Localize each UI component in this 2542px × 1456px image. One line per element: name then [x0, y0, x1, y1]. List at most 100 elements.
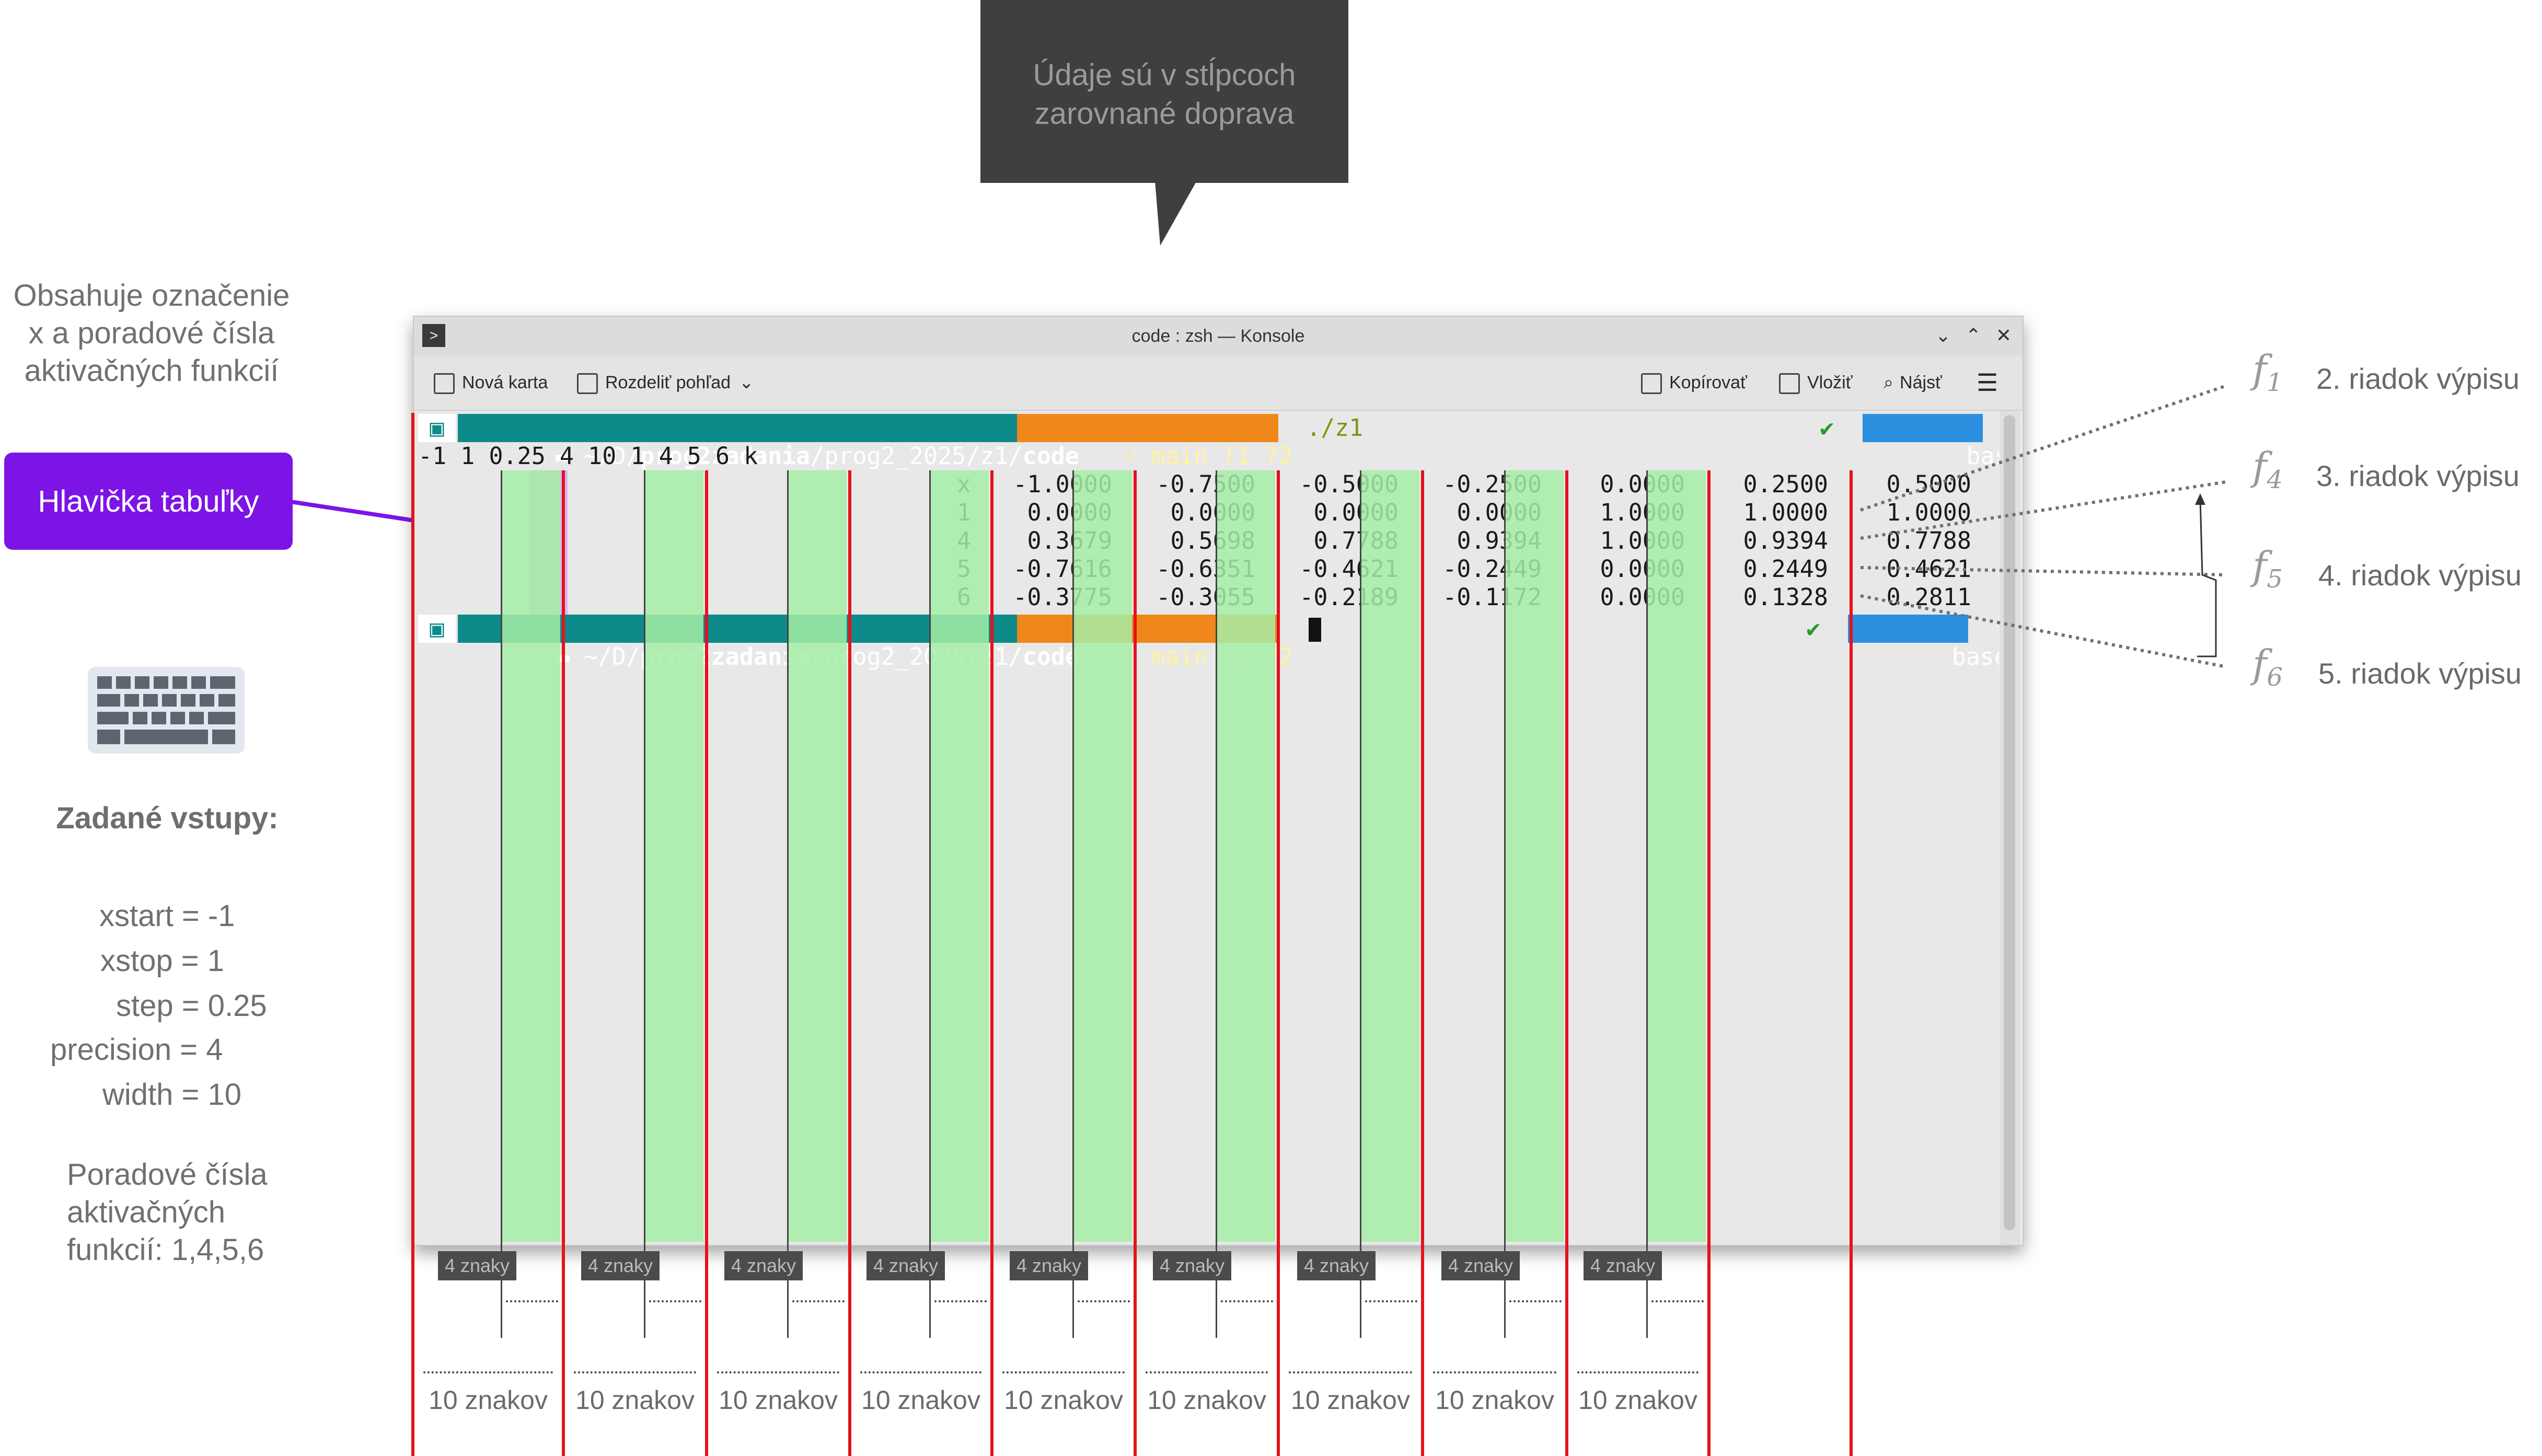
row-label: 2. riadok výpisu: [2316, 362, 2520, 395]
note-order: Poradové čísla aktivačných funkcií: 1,4,…: [67, 1156, 268, 1269]
digits-label: 4 znaky: [1584, 1251, 1662, 1280]
digits-arrow: [1365, 1300, 1417, 1302]
table-cell: -0.2449: [1442, 555, 1542, 583]
table-cell: 0.0000: [1600, 555, 1685, 583]
f-symbol: f6: [2252, 642, 2283, 692]
row-label: 4. riadok výpisu: [2318, 559, 2522, 592]
table-cell: 0.9394: [1457, 527, 1542, 554]
row-connectors: [1860, 384, 2227, 668]
table-cell: -0.7616: [1013, 555, 1112, 583]
width-label: 10 znakov: [575, 1385, 695, 1415]
prompt-path: ▬ ~/D/prog2zadania/prog2_2025/z1/code: [458, 615, 1079, 671]
digits-label: 4 znaky: [866, 1251, 945, 1280]
new-tab-label: Nová karta: [462, 373, 548, 392]
git-branch-icon: ⑂: [1123, 643, 1151, 671]
git-status: main !1 ?2: [1151, 643, 1293, 671]
table-cell: -0.3055: [1156, 583, 1255, 611]
digits-label: 4 znaky: [581, 1251, 660, 1280]
table-cell: 0.7788: [1313, 527, 1399, 554]
row-label: 3. riadok výpisu: [2316, 459, 2520, 492]
bubble-line-1: Údaje sú v stĺpcoch: [1033, 58, 1296, 92]
paste-icon: [1779, 373, 1800, 395]
row-label: 1: [956, 499, 971, 526]
table-cell: -0.7500: [1156, 470, 1255, 498]
input-xstop: xstop = 1: [100, 944, 224, 978]
konsole-window: > code : zsh — Konsole ⌄ ⌃ ✕ Nová karta …: [413, 316, 2024, 1246]
path-mid: /prog2_2025/z1/: [810, 643, 1023, 671]
width-label: 10 znakov: [1147, 1385, 1266, 1415]
digits-label: 4 znaky: [724, 1251, 803, 1280]
table-cell: 0.9394: [1743, 527, 1828, 554]
path-bold: prog2zadania: [640, 643, 811, 671]
split-view-label: Rozdeliť pohľad: [605, 373, 731, 392]
keyboard-icon: [88, 667, 245, 754]
prompt-path: ▬ ~/D/prog2zadania/prog2_2025/z1/code: [458, 414, 1079, 470]
copy-button[interactable]: Kopírovať: [1641, 355, 1747, 410]
input-xstart: xstart = -1: [99, 899, 235, 933]
note-column-labels: Obsahuje označenie x a poradové čísla ak…: [0, 277, 303, 390]
width-label: 10 znakov: [719, 1385, 838, 1415]
paste-label: Vložiť: [1807, 373, 1853, 392]
table-cell: -0.4621: [1299, 555, 1399, 583]
row-label: x: [956, 470, 971, 498]
paste-button[interactable]: Vložiť: [1779, 355, 1852, 410]
label-column-highlight: [530, 470, 568, 615]
path-mid: /prog2_2025/z1/: [810, 442, 1023, 470]
table-cell: -0.3775: [1013, 583, 1112, 611]
width-arrow: [1146, 1371, 1268, 1373]
table-cell: 1.0000: [1600, 499, 1685, 526]
digits-arrow: [792, 1300, 845, 1302]
prompt-git: ⑂ main !1 ?2: [1017, 615, 1293, 671]
maximize-button[interactable]: ⌃: [1961, 323, 1986, 348]
digits-arrow: [649, 1300, 701, 1302]
checkmark-icon: ✔: [1820, 414, 1834, 442]
chevron-down-icon: ⌄: [739, 373, 754, 392]
inputs-title: Zadané vstupy:: [56, 801, 279, 835]
table-cell: -0.1172: [1442, 583, 1542, 611]
folder-icon: ▬: [555, 643, 584, 671]
table-cell: 0.0000: [1170, 499, 1255, 526]
width-arrow: [1577, 1371, 1698, 1373]
width-arrow: [1002, 1371, 1125, 1373]
header-callout: Hlavička tabuľky: [4, 453, 293, 550]
digits-label: 4 znaky: [1010, 1251, 1088, 1280]
digits-arrow: [1509, 1300, 1562, 1302]
os-icon: ▣: [418, 615, 456, 643]
close-button[interactable]: ✕: [1991, 323, 2016, 348]
table-cell: 0.5698: [1170, 527, 1255, 554]
width-arrow: [860, 1371, 981, 1373]
annotation-f4: f4 3. riadok výpisu: [2252, 444, 2542, 507]
speech-bubble: Údaje sú v stĺpcoch zarovnané doprava: [980, 0, 1348, 183]
new-tab-icon: [434, 373, 455, 395]
table-cell: -0.6351: [1156, 555, 1255, 583]
row-label: 6: [956, 583, 971, 611]
bubble-tail: [1155, 181, 1197, 246]
split-view-icon: [577, 373, 598, 395]
command-text: ./z1: [1307, 414, 1364, 442]
digits-arrow: [1651, 1300, 1704, 1302]
note-line: Poradové čísla: [67, 1158, 268, 1192]
table-cell: 0.0000: [1027, 499, 1112, 526]
prompt-git: ⑂ main !1 ?2: [1017, 414, 1293, 470]
table-cell: -0.5000: [1299, 470, 1399, 498]
table-cell: 1.0000: [1600, 527, 1685, 554]
checkmark-icon: ✔: [1806, 615, 1821, 642]
width-label: 10 znakov: [861, 1385, 980, 1415]
minimize-button[interactable]: ⌄: [1931, 323, 1956, 348]
table-cell: 0.1328: [1743, 583, 1828, 611]
digits-label: 4 znaky: [1297, 1251, 1376, 1280]
note-line: x a poradové čísla: [28, 316, 275, 350]
width-arrow: [574, 1371, 696, 1373]
table-cell: -0.2500: [1442, 470, 1542, 498]
bubble-line-2: zarovnané doprava: [1034, 97, 1295, 131]
digits-arrow: [934, 1300, 987, 1302]
split-view-button[interactable]: Rozdeliť pohľad ⌄: [577, 355, 754, 410]
new-tab-button[interactable]: Nová karta: [434, 355, 548, 410]
terminal-view[interactable]: ▣ ▬ ~/D/prog2zadania/prog2_2025/z1/code …: [414, 411, 2023, 1245]
digits-label: 4 znaky: [438, 1251, 516, 1280]
table-cell: -1.0000: [1013, 470, 1112, 498]
note-line: funkcií: 1,4,5,6: [67, 1233, 264, 1267]
note-line: aktivačných funkcií: [24, 354, 279, 388]
table-cell: 0.2449: [1743, 555, 1828, 583]
table-cell: 0.0000: [1457, 499, 1542, 526]
